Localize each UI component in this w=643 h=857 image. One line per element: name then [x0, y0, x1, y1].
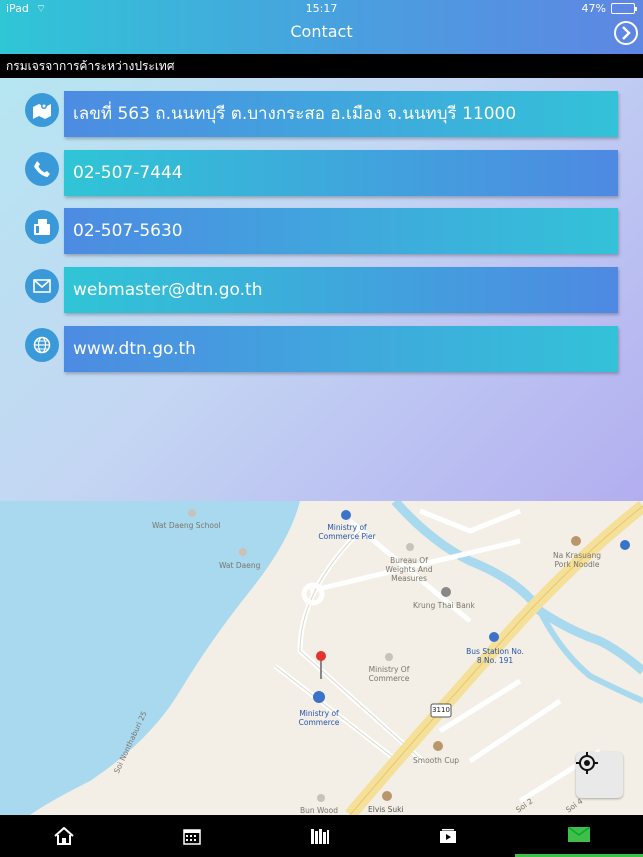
map-label: Ministry of Commerce — [298, 709, 340, 727]
next-button[interactable] — [614, 21, 638, 45]
address-row[interactable]: เลขที่ 563 ถ.นนทบุรี ต.บางกระสอ อ.เมือง … — [0, 91, 643, 137]
fax-field[interactable]: 02-507-5630 — [64, 208, 618, 254]
battery-icon — [611, 3, 637, 14]
map-label: Krung Thai Bank — [413, 601, 475, 610]
tab-home[interactable] — [0, 815, 128, 857]
status-bar: iPad ⌔ 15:17 47% — [0, 0, 643, 18]
map-label: Wat Daeng School — [152, 521, 221, 530]
organization-name: กรมเจรจาการค้าระหว่างประเทศ — [0, 54, 643, 78]
locate-me-button[interactable] — [576, 752, 623, 798]
page-title: Contact — [290, 22, 353, 41]
website-field[interactable]: www.dtn.go.th — [64, 326, 618, 372]
clock: 15:17 — [305, 2, 338, 15]
phone-row[interactable]: 02-507-7444 — [0, 150, 643, 196]
tab-video[interactable] — [384, 815, 512, 857]
map-canvas[interactable] — [0, 501, 643, 815]
mail-icon — [25, 269, 59, 303]
tab-bar — [0, 815, 643, 857]
crosshair-icon — [576, 752, 598, 774]
header: iPad ⌔ 15:17 47% Contact — [0, 0, 643, 54]
route-badge: 3110 — [432, 706, 450, 714]
globe-icon — [25, 328, 59, 362]
tab-calendar[interactable] — [128, 815, 256, 857]
map-label: Smooth Cup — [413, 756, 460, 765]
map-label: Ministry Of Commerce — [368, 665, 410, 683]
fax-row[interactable]: 02-507-5630 — [0, 208, 643, 254]
contact-list: เลขที่ 563 ถ.นนทบุรี ต.บางกระสอ อ.เมือง … — [0, 78, 643, 501]
map-label: Wat Daeng — [219, 561, 261, 570]
email-field[interactable]: webmaster@dtn.go.th — [64, 267, 618, 313]
map-label: Na Krasuang Pork Noodle — [553, 551, 601, 569]
map-label: Bus Station No. 8 No. 191 — [466, 647, 524, 665]
chevron-right-icon — [622, 26, 631, 40]
tab-contact[interactable] — [515, 815, 643, 857]
map-label: Bun Wood — [300, 806, 338, 815]
map-icon — [25, 93, 59, 127]
envelope-icon — [568, 827, 590, 842]
tab-library[interactable] — [256, 815, 384, 857]
map-view[interactable]: Wat Daeng School Wat Daeng Ministry of C… — [0, 501, 643, 815]
phone-field[interactable]: 02-507-7444 — [64, 150, 618, 196]
address-field[interactable]: เลขที่ 563 ถ.นนทบุรี ต.บางกระสอ อ.เมือง … — [64, 91, 618, 137]
library-icon — [311, 829, 329, 844]
battery-percent: 47% — [581, 2, 606, 15]
map-label: Elvis Suki — [368, 805, 404, 814]
video-icon — [440, 829, 456, 843]
battery-status: 47% — [581, 2, 637, 15]
map-label: Ministry of Commerce Pier — [318, 523, 376, 541]
home-icon — [54, 827, 74, 845]
map-label: Bureau Of Weights And Measures — [385, 556, 433, 583]
phone-icon — [25, 152, 59, 186]
calendar-icon — [183, 829, 201, 845]
email-row[interactable]: webmaster@dtn.go.th — [0, 267, 643, 313]
website-row[interactable]: www.dtn.go.th — [0, 326, 643, 372]
fax-icon — [25, 210, 59, 244]
